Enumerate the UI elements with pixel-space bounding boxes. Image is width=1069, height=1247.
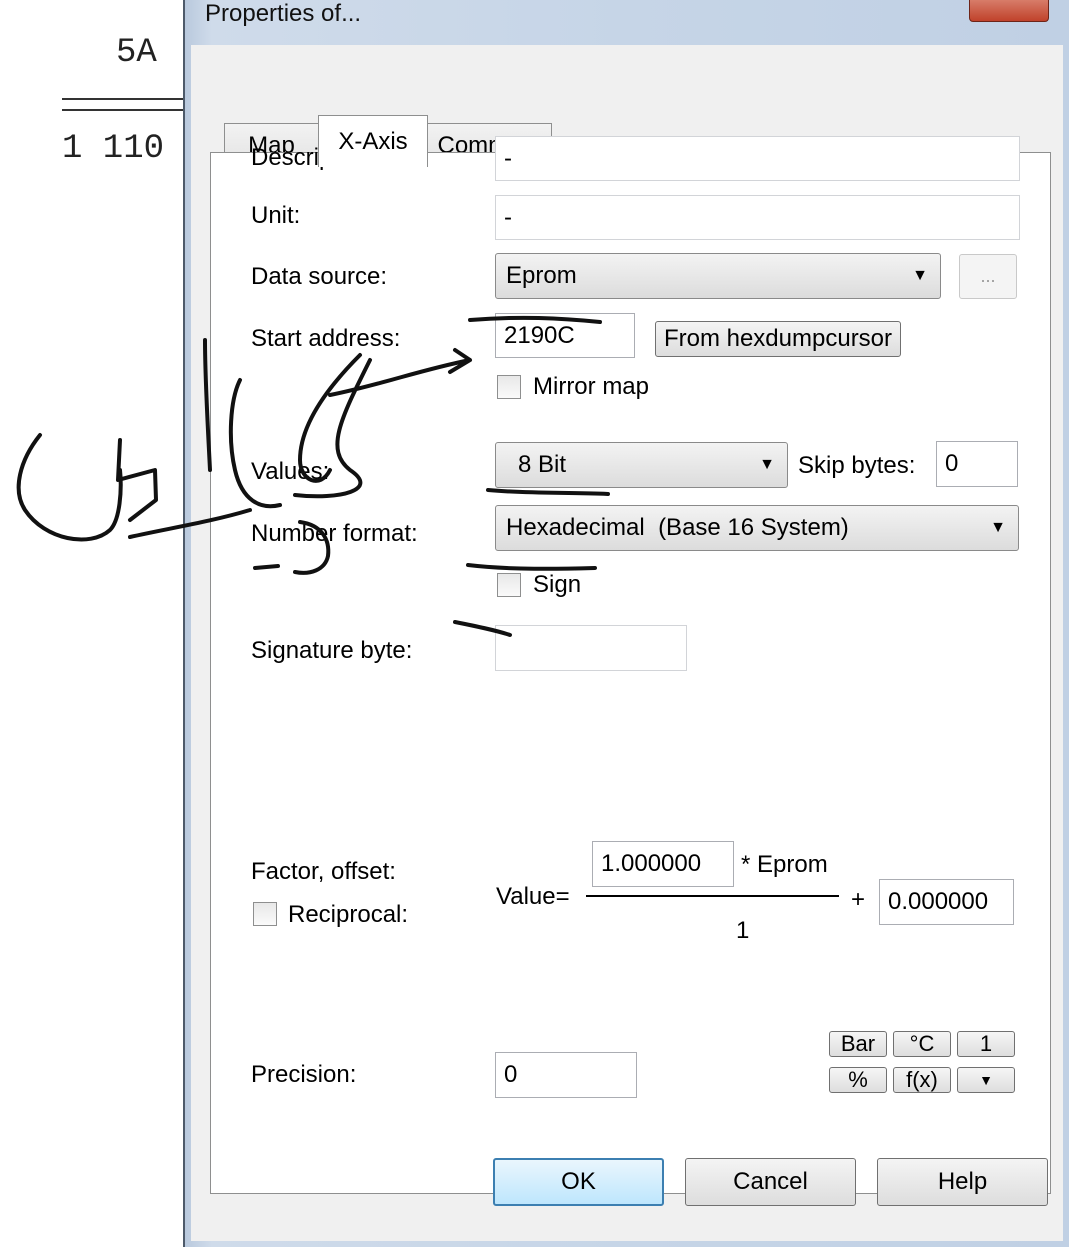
values-label: Values: bbox=[251, 458, 330, 485]
start-address-label: Start address: bbox=[251, 325, 401, 352]
sign-label: Sign bbox=[533, 571, 582, 598]
data-source-label: Data source: bbox=[251, 263, 388, 290]
data-source-value: Eprom bbox=[506, 262, 577, 289]
background-document: 5A 1 110 bbox=[0, 0, 200, 1247]
reciprocal-label: Reciprocal: bbox=[288, 901, 409, 928]
number-format-label: Number format: bbox=[251, 520, 418, 547]
offset-input[interactable]: 0.000000 bbox=[879, 879, 1014, 925]
divisor-value: 1 bbox=[736, 917, 750, 944]
dropdown-arrow-icon: ▼ bbox=[990, 519, 1006, 536]
properties-dialog: Properties of... Map X-Axis Comment Desc… bbox=[183, 0, 1069, 1247]
help-button[interactable]: Help bbox=[877, 1158, 1048, 1206]
dialog-client-area: Map X-Axis Comment Description: - Unit: … bbox=[191, 45, 1063, 1241]
data-source-select[interactable]: Eprom ▼ bbox=[495, 253, 941, 299]
signature-byte-input[interactable] bbox=[495, 625, 687, 671]
sign-checkbox[interactable] bbox=[497, 573, 521, 597]
unit-one-button[interactable]: 1 bbox=[957, 1031, 1015, 1057]
fraction-line bbox=[586, 895, 839, 897]
precision-input[interactable]: 0 bbox=[495, 1052, 637, 1098]
precision-label: Precision: bbox=[251, 1061, 357, 1088]
title-bar[interactable]: Properties of... bbox=[193, 0, 1069, 45]
dropdown-arrow-icon: ▼ bbox=[759, 456, 775, 473]
unit-input[interactable]: - bbox=[495, 195, 1020, 240]
from-hexdumpcursor-button[interactable]: From hexdumpcursor bbox=[655, 321, 901, 357]
description-input[interactable]: - bbox=[495, 136, 1020, 181]
signature-byte-label: Signature byte: bbox=[251, 637, 413, 664]
value-equals-label: Value= bbox=[496, 883, 570, 910]
values-select[interactable]: 8 Bit ▼ bbox=[495, 442, 788, 488]
start-address-input[interactable]: 2190C bbox=[495, 313, 635, 358]
function-button[interactable]: f(x) bbox=[893, 1067, 951, 1093]
skip-bytes-label: Skip bytes: bbox=[798, 452, 916, 479]
mirror-map-label: Mirror map bbox=[533, 373, 650, 400]
cancel-button[interactable]: Cancel bbox=[685, 1158, 856, 1206]
factor-offset-label: Factor, offset: bbox=[251, 858, 396, 885]
bar-button[interactable]: Bar bbox=[829, 1031, 887, 1057]
tab-x-axis[interactable]: X-Axis bbox=[318, 115, 428, 167]
dropdown-arrow-icon: ▼ bbox=[912, 267, 928, 284]
plus-sign: + bbox=[851, 886, 866, 913]
background-double-rule bbox=[62, 98, 192, 111]
mirror-map-checkbox[interactable] bbox=[497, 375, 521, 399]
ok-button[interactable]: OK bbox=[493, 1158, 664, 1206]
tab-x-axis-label: X-Axis bbox=[338, 127, 408, 155]
celsius-unit-button[interactable]: °C bbox=[893, 1031, 951, 1057]
background-text-5a: 5A bbox=[116, 34, 157, 72]
more-dropdown-button[interactable]: ▼ bbox=[957, 1067, 1015, 1093]
number-format-value: Hexadecimal (Base 16 System) bbox=[506, 514, 849, 541]
close-button[interactable] bbox=[969, 0, 1049, 22]
factor-input[interactable]: 1.000000 bbox=[592, 841, 734, 887]
unit-label: Unit: bbox=[251, 202, 301, 229]
percent-button[interactable]: % bbox=[829, 1067, 887, 1093]
browse-data-source-button[interactable]: ... bbox=[959, 254, 1017, 299]
multiplier-label: * Eprom bbox=[741, 851, 828, 878]
number-format-select[interactable]: Hexadecimal (Base 16 System) ▼ bbox=[495, 505, 1019, 551]
skip-bytes-input[interactable]: 0 bbox=[936, 441, 1018, 487]
window-title: Properties of... bbox=[205, 0, 362, 27]
values-select-value: 8 Bit bbox=[518, 451, 567, 478]
reciprocal-checkbox[interactable] bbox=[253, 902, 277, 926]
background-text-binary: 1 110 bbox=[62, 130, 165, 168]
